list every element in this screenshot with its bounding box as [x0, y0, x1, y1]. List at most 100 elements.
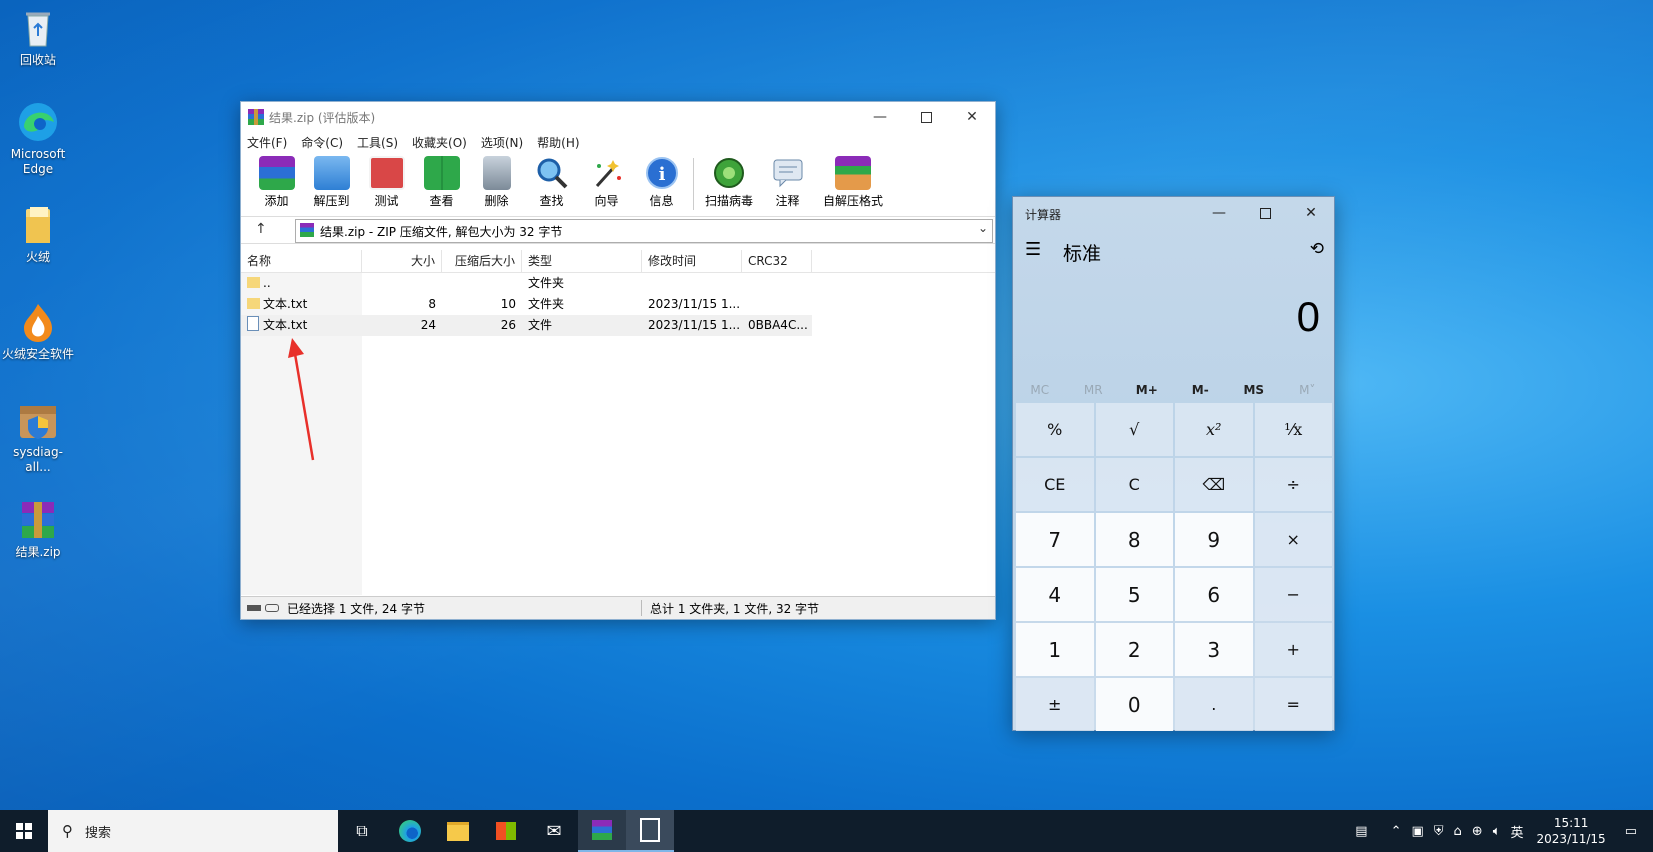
search-icon: ⚲ [62, 822, 73, 840]
desktop-icon-sysdiag[interactable]: sysdiag-all... [1, 398, 75, 475]
ime-indicator[interactable]: 英 [1511, 822, 1524, 841]
vm-tools-icon[interactable]: ▣ [1411, 824, 1423, 839]
digit-2-key[interactable]: 2 [1095, 623, 1173, 676]
desktop-icon-huorong-app[interactable]: 火绒安全软件 [1, 300, 75, 362]
digit-4-key[interactable]: 4 [1016, 568, 1094, 621]
maximize-button[interactable] [903, 102, 949, 132]
menu-file[interactable]: 文件(F) [247, 134, 287, 151]
calculator-titlebar[interactable]: 计算器 — ✕ [1013, 197, 1334, 229]
task-view-button[interactable]: ⧉ [338, 810, 386, 852]
calc-maximize-button[interactable] [1242, 197, 1288, 229]
col-type[interactable]: 类型 [522, 250, 642, 272]
digit-0-key[interactable]: 0 [1095, 678, 1173, 731]
table-row[interactable]: .. 文件夹 [241, 273, 995, 294]
info-button[interactable]: i 信息 [634, 152, 689, 209]
digit-8-key[interactable]: 8 [1095, 513, 1173, 566]
menu-command[interactable]: 命令(C) [301, 134, 343, 151]
hamburger-menu-icon[interactable]: ☰ [1025, 239, 1041, 260]
taskbar-calculator[interactable] [626, 810, 674, 852]
menu-tools[interactable]: 工具(S) [357, 134, 398, 151]
desktop-icon-edge[interactable]: Microsoft Edge [1, 100, 75, 177]
digit-3-key[interactable]: 3 [1175, 623, 1253, 676]
find-button[interactable]: 查找 [524, 152, 579, 209]
col-crc[interactable]: CRC32 [742, 250, 812, 272]
divide-key[interactable]: ÷ [1254, 458, 1332, 511]
taskbar-search[interactable]: ⚲ 搜索 [48, 810, 338, 852]
digit-1-key[interactable]: 1 [1016, 623, 1094, 676]
reciprocal-key[interactable]: ¹⁄x [1254, 403, 1332, 456]
extract-to-button[interactable]: 解压到 [304, 152, 359, 209]
close-button[interactable]: ✕ [949, 102, 995, 132]
memory-list-button[interactable]: M˅ [1281, 377, 1335, 403]
network-icon[interactable]: ⊕ [1472, 824, 1483, 839]
news-widget-icon[interactable]: ▤ [1355, 824, 1367, 839]
notification-icon[interactable]: ▭ [1625, 824, 1637, 839]
calc-close-button[interactable]: ✕ [1288, 197, 1334, 229]
security-shield-icon[interactable]: ⛨ [1434, 824, 1444, 839]
digit-7-key[interactable]: 7 [1016, 513, 1094, 566]
volume-icon[interactable]: 🔈︎ [1493, 824, 1501, 839]
subtract-key[interactable]: − [1254, 568, 1332, 621]
mr-button[interactable]: MR [1067, 377, 1121, 403]
digit-9-key[interactable]: 9 [1175, 513, 1253, 566]
backspace-key[interactable]: ⌫ [1175, 458, 1253, 511]
desktop-icon-huorong-folder[interactable]: 火绒 [1, 203, 75, 265]
taskbar-store[interactable] [482, 810, 530, 852]
equals-key[interactable]: = [1254, 678, 1332, 731]
m-minus-button[interactable]: M- [1174, 377, 1228, 403]
wizard-button[interactable]: 向导 [579, 152, 634, 209]
digit-6-key[interactable]: 6 [1175, 568, 1253, 621]
menu-favorites[interactable]: 收藏夹(O) [412, 134, 467, 151]
mc-button[interactable]: MC [1013, 377, 1067, 403]
clock[interactable]: 15:11 2023/11/15 [1537, 815, 1606, 847]
taskbar-mail[interactable]: ✉ [530, 810, 578, 852]
taskbar-winrar[interactable] [578, 810, 626, 852]
percent-key[interactable]: % [1016, 403, 1094, 456]
col-name[interactable]: 名称 [241, 250, 362, 272]
status-bar: 已经选择 1 文件, 24 字节 总计 1 文件夹, 1 文件, 32 字节 [241, 596, 995, 619]
calculator-icon [640, 818, 660, 842]
tray-overflow-chevron-icon[interactable]: ⌃ [1391, 824, 1402, 839]
comment-button[interactable]: 注释 [760, 152, 815, 209]
square-key[interactable]: x² [1175, 403, 1253, 456]
multiply-key[interactable]: × [1254, 513, 1332, 566]
test-button[interactable]: 测试 [359, 152, 414, 209]
path-field[interactable]: 结果.zip - ZIP 压缩文件, 解包大小为 32 字节 ⌄ [295, 219, 993, 243]
minimize-button[interactable]: — [857, 102, 903, 132]
negate-key[interactable]: ± [1016, 678, 1094, 731]
col-packed[interactable]: 压缩后大小 [442, 250, 522, 272]
flame-icon [16, 300, 60, 344]
col-modified[interactable]: 修改时间 [642, 250, 742, 272]
delete-button[interactable]: 删除 [469, 152, 524, 209]
taskbar-edge[interactable] [386, 810, 434, 852]
folder-icon [16, 203, 60, 247]
ce-key[interactable]: CE [1016, 458, 1094, 511]
calc-minimize-button[interactable]: — [1196, 197, 1242, 229]
up-arrow-icon[interactable]: ↑ [255, 221, 267, 237]
desktop-icon-recycle-bin[interactable]: 回收站 [1, 6, 75, 68]
menu-options[interactable]: 选项(N) [481, 134, 523, 151]
usb-icon[interactable]: ⌂ [1454, 824, 1462, 839]
sfx-button[interactable]: 自解压格式 [815, 152, 891, 209]
history-icon[interactable]: ⟲ [1310, 239, 1324, 259]
add-button[interactable]: 添加 [249, 152, 304, 209]
table-row-selected[interactable]: 文本.txt 24 26 文件 2023/11/15 1... 0BBA4C..… [241, 315, 812, 336]
menu-help[interactable]: 帮助(H) [537, 134, 579, 151]
ms-button[interactable]: MS [1227, 377, 1281, 403]
decimal-key[interactable]: . [1175, 678, 1253, 731]
view-button[interactable]: 查看 [414, 152, 469, 209]
digit-5-key[interactable]: 5 [1095, 568, 1173, 621]
table-row[interactable]: 文本.txt 8 10 文件夹 2023/11/15 1... [241, 294, 995, 315]
winrar-titlebar[interactable]: 结果.zip (评估版本) — ✕ [241, 102, 995, 132]
clear-key[interactable]: C [1095, 458, 1173, 511]
start-button[interactable] [0, 810, 48, 852]
scan-virus-button[interactable]: 扫描病毒 [698, 152, 760, 209]
row-type: 文件夹 [528, 276, 565, 290]
chevron-down-icon[interactable]: ⌄ [978, 221, 988, 235]
m-plus-button[interactable]: M+ [1120, 377, 1174, 403]
sqrt-key[interactable]: √ [1095, 403, 1173, 456]
desktop-icon-zip[interactable]: 结果.zip [1, 498, 75, 560]
taskbar-file-explorer[interactable] [434, 810, 482, 852]
col-size[interactable]: 大小 [362, 250, 442, 272]
add-key[interactable]: + [1254, 623, 1332, 676]
